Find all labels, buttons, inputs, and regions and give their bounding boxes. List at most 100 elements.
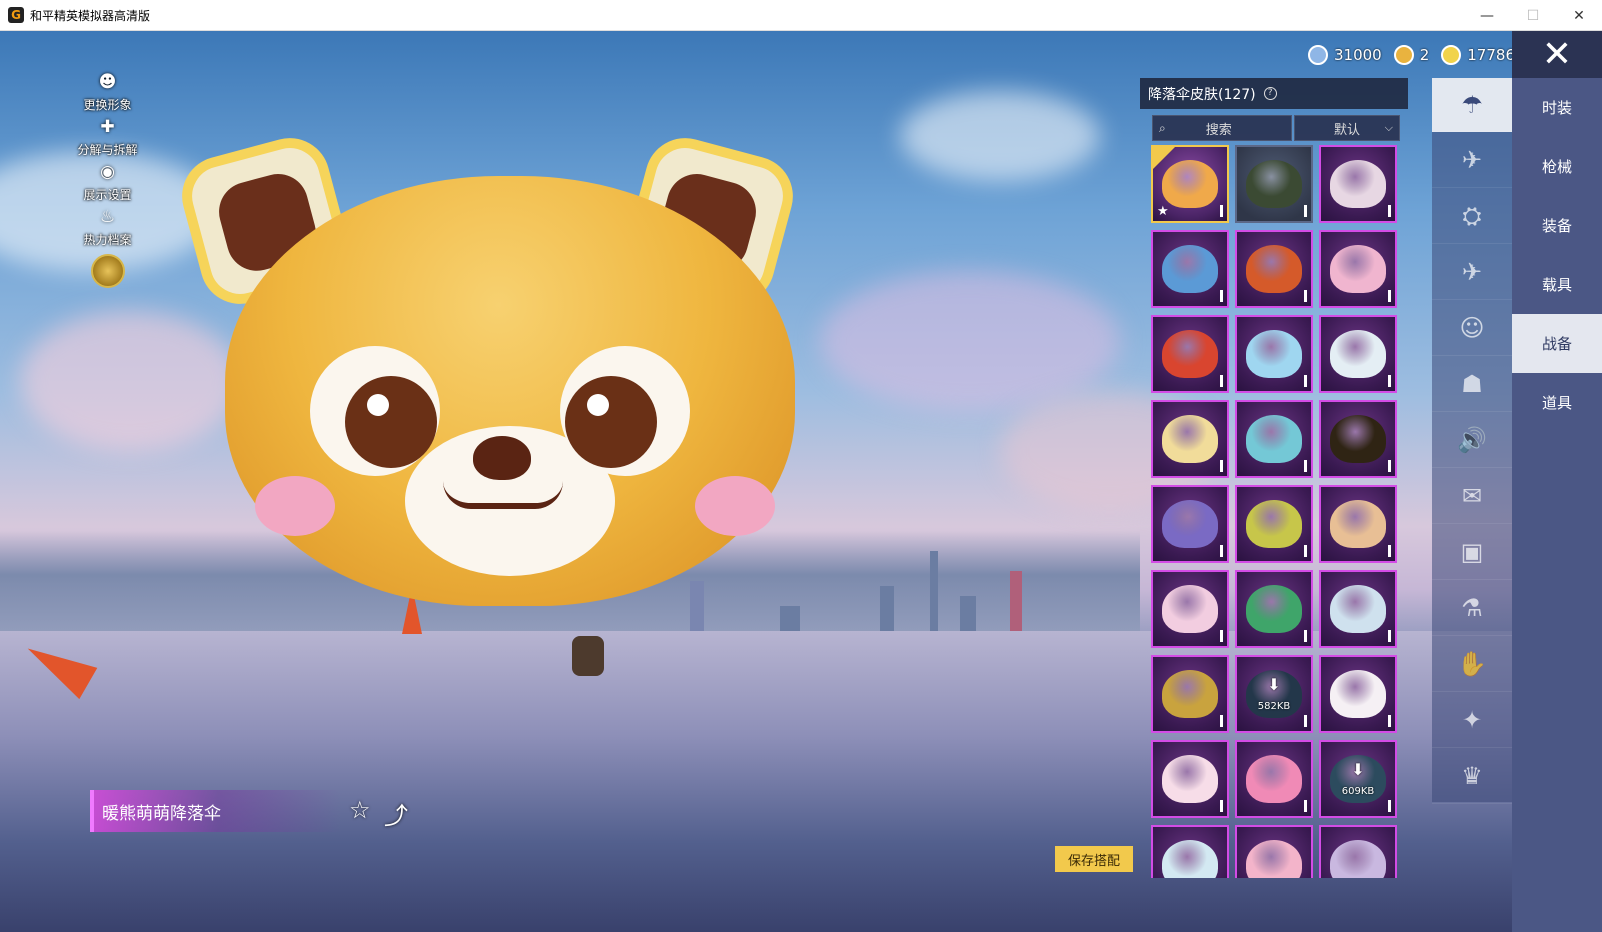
quantity-mark <box>1304 205 1307 217</box>
backpack <box>572 636 604 676</box>
rank-badge-icon[interactable] <box>90 254 125 288</box>
heat-archive-button[interactable]: ♨ 热力档案 <box>70 205 145 250</box>
category-icon-column: ☂ ✈ ⛭ ✈ ☺ ☗ 🔊 ✉ ▣ ⚗ ✋ ✦ ♛ <box>1432 78 1512 804</box>
skin-thumbnail <box>1246 160 1302 208</box>
help-icon[interactable]: ? <box>1263 87 1277 100</box>
robot-icon[interactable]: ☗ <box>1432 356 1512 412</box>
hat-icon[interactable]: ♛ <box>1432 748 1512 804</box>
skin-thumbnail <box>1246 500 1302 548</box>
quantity-mark <box>1304 375 1307 387</box>
download-size-label: 582KB <box>1257 701 1291 712</box>
skin-item[interactable] <box>1235 145 1313 223</box>
skin-item[interactable] <box>1235 825 1313 878</box>
silver-coin-icon <box>1308 45 1328 65</box>
app-icon: G <box>8 7 24 23</box>
chevron-down-icon: ⌵ <box>1384 121 1393 134</box>
skin-item[interactable] <box>1319 400 1397 478</box>
window-close-button[interactable]: ✕ <box>1556 0 1602 31</box>
quantity-mark <box>1304 630 1307 642</box>
currency-gold[interactable]: 2 <box>1393 45 1429 65</box>
skin-thumbnail <box>1330 415 1386 463</box>
skin-item[interactable] <box>1151 655 1229 733</box>
skin-item[interactable] <box>1319 825 1397 878</box>
display-settings-button[interactable]: ◉ 展示设置 <box>70 160 145 205</box>
tab-2[interactable]: 装备 <box>1512 196 1602 255</box>
window-controls: — ☐ ✕ <box>1464 0 1602 31</box>
decompose-button[interactable]: ✚ 分解与拆解 <box>70 115 145 160</box>
tab-3[interactable]: 载具 <box>1512 255 1602 314</box>
skin-thumbnail <box>1162 500 1218 548</box>
parachute-icon[interactable]: ☂ <box>1432 78 1512 132</box>
skin-item[interactable] <box>1319 315 1397 393</box>
puzzle-icon: ✚ <box>100 117 115 137</box>
tab-1[interactable]: 枪械 <box>1512 137 1602 196</box>
right-eye <box>565 376 657 468</box>
window-title: 和平精英模拟器高清版 <box>30 8 151 23</box>
skin-item[interactable] <box>1235 315 1313 393</box>
flame-icon: ♨ <box>99 207 116 227</box>
drone-icon[interactable]: ⛭ <box>1432 188 1512 244</box>
chat-icon[interactable]: ✉ <box>1432 468 1512 524</box>
skin-item[interactable] <box>1151 400 1229 478</box>
skin-item[interactable] <box>1151 740 1229 818</box>
skin-item[interactable]: ⬇ 582KB <box>1235 655 1313 733</box>
skin-item[interactable] <box>1319 230 1397 308</box>
skin-item[interactable] <box>1235 485 1313 563</box>
favorite-star-icon[interactable]: ☆ <box>349 796 371 824</box>
tab-5[interactable]: 道具 <box>1512 373 1602 432</box>
speaker-icon[interactable]: 🔊 <box>1432 412 1512 468</box>
change-appearance-button[interactable]: ☻ 更换形象 <box>70 70 145 115</box>
quantity-mark <box>1388 290 1391 302</box>
skin-item[interactable] <box>1319 655 1397 733</box>
spray-icon[interactable]: ⚗ <box>1432 580 1512 636</box>
skin-item[interactable] <box>1319 145 1397 223</box>
glider-icon[interactable]: ✈ <box>1432 132 1512 188</box>
skin-item[interactable] <box>1319 570 1397 648</box>
quantity-mark <box>1220 290 1223 302</box>
red-panda-parachute-model[interactable] <box>173 129 840 676</box>
plane-icon[interactable]: ✈ <box>1432 244 1512 300</box>
skin-thumbnail <box>1162 670 1218 718</box>
search-row: ⌕ 搜索 默认 ⌵ <box>1152 115 1400 141</box>
search-input[interactable]: ⌕ 搜索 <box>1152 115 1292 141</box>
minimize-button[interactable]: — <box>1464 0 1510 31</box>
download-icon: ⬇ <box>1351 760 1365 779</box>
user-icon: ☻ <box>98 72 117 92</box>
skin-item[interactable] <box>1319 485 1397 563</box>
skin-item[interactable]: ⬇ 609KB <box>1319 740 1397 818</box>
skin-item[interactable] <box>1151 485 1229 563</box>
skin-grid: ★ ⬇ 582KB ⬇ 609KB <box>1151 145 1401 878</box>
quantity-mark <box>1220 375 1223 387</box>
quantity-mark <box>1304 460 1307 472</box>
skin-item[interactable] <box>1235 400 1313 478</box>
skin-thumbnail <box>1162 245 1218 293</box>
share-icon[interactable]: ⤴ <box>384 796 408 831</box>
hand-icon[interactable]: ✋ <box>1432 636 1512 692</box>
skin-thumbnail <box>1330 670 1386 718</box>
sort-dropdown[interactable]: 默认 ⌵ <box>1294 115 1400 141</box>
download-icon: ⬇ <box>1267 675 1281 694</box>
sparkle-icon[interactable]: ✦ <box>1432 692 1512 748</box>
quantity-mark <box>1388 460 1391 472</box>
close-button[interactable]: ✕ <box>1512 31 1602 78</box>
save-outfit-button[interactable]: 保存搭配 <box>1055 846 1133 872</box>
skin-item[interactable] <box>1151 570 1229 648</box>
skin-item[interactable] <box>1235 230 1313 308</box>
skin-thumbnail <box>1330 585 1386 633</box>
skin-item[interactable] <box>1235 570 1313 648</box>
emote-icon[interactable]: ☺ <box>1432 300 1512 356</box>
skin-item[interactable] <box>1151 315 1229 393</box>
maximize-button[interactable]: ☐ <box>1510 0 1556 31</box>
tab-4[interactable]: 战备 <box>1512 314 1602 373</box>
skin-item[interactable]: ★ <box>1151 145 1229 223</box>
currency-silver[interactable]: 31000 <box>1308 45 1382 65</box>
skin-item[interactable] <box>1151 825 1229 878</box>
skyscraper <box>930 551 938 641</box>
skin-thumbnail <box>1246 585 1302 633</box>
skin-item[interactable] <box>1151 230 1229 308</box>
skin-item[interactable] <box>1235 740 1313 818</box>
skin-name-text: 暖熊萌萌降落伞 <box>102 803 221 824</box>
cloud <box>900 91 1100 181</box>
tab-0[interactable]: 时装 <box>1512 78 1602 137</box>
photo-icon[interactable]: ▣ <box>1432 524 1512 580</box>
